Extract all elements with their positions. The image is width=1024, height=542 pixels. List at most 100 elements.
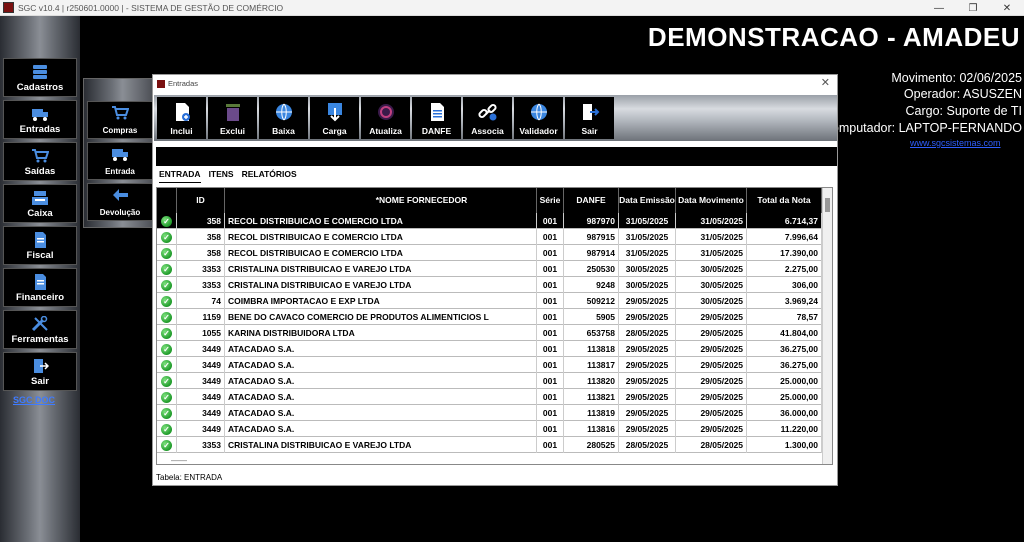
status-bar: Tabela: ENTRADA — [156, 473, 223, 482]
sidebar-item-ferramentas[interactable]: Ferramentas — [3, 310, 77, 349]
cell-total: 7.996,64 — [747, 229, 822, 245]
table-row[interactable]: ✓ 3449 ATACADAO S.A. 001 113819 29/05/2025 29/… — [157, 405, 832, 421]
sidebar-item-saidas[interactable]: Saídas — [3, 142, 77, 181]
sidebar-item-entradas[interactable]: Entradas — [3, 100, 77, 139]
close-button[interactable]: ✕ — [990, 0, 1024, 16]
main-sidebar: Cadastros Entradas Saídas Caixa Fiscal F… — [0, 16, 80, 542]
register-icon — [31, 190, 49, 206]
check-icon: ✓ — [161, 327, 172, 339]
column-header[interactable]: Data Emissão — [619, 188, 676, 213]
toolbar-label: Inclui — [170, 126, 193, 136]
table-row[interactable]: ✓ 3449 ATACADAO S.A. 001 113821 29/05/2025 29/… — [157, 389, 832, 405]
carga-button[interactable]: Carga — [310, 97, 359, 139]
cell-serie: 001 — [537, 213, 564, 229]
vertical-scrollbar[interactable] — [822, 188, 832, 464]
table-header: ID *NOME FORNECEDOR Série DANFE Data Emissão… — [157, 188, 832, 213]
maximize-button[interactable]: ❐ — [956, 0, 990, 16]
status-cell: ✓ — [157, 421, 177, 437]
cell-serie: 001 — [537, 405, 564, 421]
baixa-button[interactable]: Baixa — [259, 97, 308, 139]
sidebar-item-label: Saídas — [24, 166, 56, 177]
refresh-icon — [377, 104, 394, 120]
cell-danfe: 987970 — [564, 213, 619, 229]
cell-fornecedor: CRISTALINA DISTRIBUICAO E VAREJO LTDA — [225, 437, 537, 453]
cell-emissao: 29/05/2025 — [619, 341, 676, 357]
cell-danfe: 987915 — [564, 229, 619, 245]
table-row[interactable]: ✓ 74 COIMBRA IMPORTACAO E EXP LTDA 001 50921… — [157, 293, 832, 309]
cell-serie: 001 — [537, 437, 564, 453]
associa-button[interactable]: Associa — [463, 97, 512, 139]
globe-icon — [275, 103, 292, 121]
tab-relatorios[interactable]: RELATÓRIOS — [242, 169, 297, 183]
table-row[interactable]: ✓ 1159 BENE DO CAVACO COMERCIO DE PRODUTOS… — [157, 309, 832, 325]
check-icon: ✓ — [161, 231, 172, 243]
cell-emissao: 31/05/2025 — [619, 229, 676, 245]
cell-danfe: 509212 — [564, 293, 619, 309]
cell-id: 358 — [177, 213, 225, 229]
cell-id: 3449 — [177, 389, 225, 405]
cell-total: 17.390,00 — [747, 245, 822, 261]
table-row[interactable]: ✓ 3353 CRISTALINA DISTRIBUICAO E VAREJO LT… — [157, 277, 832, 293]
table-row[interactable]: ✓ 3449 ATACADAO S.A. 001 113816 29/05/2025 29/… — [157, 421, 832, 437]
column-header[interactable]: DANFE — [564, 188, 619, 213]
cell-danfe: 113817 — [564, 357, 619, 373]
sidebar-item-cadastros[interactable]: Cadastros — [3, 58, 77, 97]
inclui-button[interactable]: Inclui — [157, 97, 206, 139]
column-header[interactable]: ID — [177, 188, 225, 213]
exclui-button[interactable]: Exclui — [208, 97, 257, 139]
cell-serie: 001 — [537, 261, 564, 277]
atualiza-button[interactable]: Atualiza — [361, 97, 410, 139]
column-header[interactable]: Data Movimento — [676, 188, 747, 213]
filter-bar[interactable] — [156, 147, 837, 166]
sair-button[interactable]: Sair — [565, 97, 614, 139]
sidebar-item-financeiro[interactable]: Financeiro — [3, 268, 77, 307]
cell-serie: 001 — [537, 389, 564, 405]
check-icon: ✓ — [161, 247, 172, 259]
scrollbar-thumb[interactable] — [825, 198, 830, 212]
cell-movimento: 30/05/2025 — [676, 277, 747, 293]
table-row[interactable]: ✓ 3449 ATACADAO S.A. 001 113817 29/05/2025 29/… — [157, 357, 832, 373]
table-row[interactable]: ✓ 358 RECOL DISTRIBUICAO E COMERCIO LTDA 00… — [157, 245, 832, 261]
table-row[interactable]: ✓ 3353 CRISTALINA DISTRIBUICAO E VAREJO LT… — [157, 261, 832, 277]
validador-button[interactable]: Validador — [514, 97, 563, 139]
tab-itens[interactable]: ITENS — [209, 169, 234, 183]
column-header[interactable]: Série — [537, 188, 564, 213]
cell-danfe: 113821 — [564, 389, 619, 405]
sidebar-item-sair[interactable]: Sair — [3, 352, 77, 391]
submenu-item-devolucao[interactable]: Devolução — [87, 183, 153, 221]
table-row[interactable]: ✓ 3353 CRISTALINA DISTRIBUICAO E VAREJO LT… — [157, 437, 832, 453]
website-link[interactable]: www.sgcsistemas.com — [910, 138, 1001, 148]
table-row[interactable]: ✓ 358 RECOL DISTRIBUICAO E COMERCIO LTDA 00… — [157, 229, 832, 245]
link-icon — [477, 103, 497, 121]
cell-id: 74 — [177, 293, 225, 309]
screen: SGC v10.4 | r250601.0000 | - SISTEMA DE … — [0, 0, 1024, 542]
sgc-doc-link[interactable]: SGC DOC — [13, 395, 55, 405]
column-header[interactable] — [157, 188, 177, 213]
table-row[interactable]: ✓ 1055 KARINA DISTRIBUIDORA LTDA 001 653758 2… — [157, 325, 832, 341]
danfe-button[interactable]: DANFE — [412, 97, 461, 139]
cell-id: 3449 — [177, 341, 225, 357]
minimize-button[interactable]: — — [922, 0, 956, 16]
check-icon: ✓ — [161, 359, 172, 371]
cell-total: 41.804,00 — [747, 325, 822, 341]
submenu-item-compras[interactable]: Compras — [87, 101, 153, 139]
sidebar-item-label: Entradas — [19, 124, 61, 135]
table-row[interactable]: ✓ 358 RECOL DISTRIBUICAO E COMERCIO LTDA 00… — [157, 213, 832, 229]
entradas-table: ID *NOME FORNECEDOR Série DANFE Data Emissão… — [156, 187, 833, 465]
tab-entrada[interactable]: ENTRADA — [159, 169, 201, 183]
cell-danfe: 653758 — [564, 325, 619, 341]
cell-fornecedor: CRISTALINA DISTRIBUICAO E VAREJO LTDA — [225, 277, 537, 293]
cart-icon — [31, 148, 49, 164]
table-row[interactable]: ✓ 3449 ATACADAO S.A. 001 113820 29/05/2025 29/… — [157, 373, 832, 389]
cell-emissao: 28/05/2025 — [619, 437, 676, 453]
dialog-close-button[interactable]: ✕ — [821, 76, 830, 89]
column-header[interactable]: Total da Nota — [747, 188, 822, 213]
table-row[interactable]: ✓ 3449 ATACADAO S.A. 001 113818 29/05/2025 29/… — [157, 341, 832, 357]
sidebar-item-label: Cadastros — [16, 82, 64, 93]
sidebar-item-caixa[interactable]: Caixa — [3, 184, 77, 223]
return-arrow-icon — [111, 187, 129, 208]
cell-serie: 001 — [537, 229, 564, 245]
column-header[interactable]: *NOME FORNECEDOR — [307, 188, 537, 213]
submenu-item-entrada[interactable]: Entrada — [87, 142, 153, 180]
sidebar-item-fiscal[interactable]: Fiscal — [3, 226, 77, 265]
